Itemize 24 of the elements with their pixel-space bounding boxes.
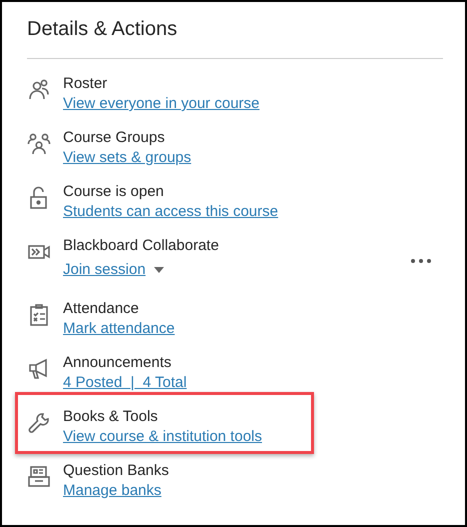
more-options-icon[interactable]	[411, 259, 431, 263]
item-link[interactable]: View course & institution tools	[63, 427, 262, 447]
item-title: Attendance	[63, 299, 140, 319]
item-title: Roster	[63, 74, 108, 94]
item-link[interactable]: View sets & groups	[63, 148, 192, 168]
group-icon	[27, 132, 51, 156]
people-icon	[27, 78, 51, 102]
item-link[interactable]: Mark attendance	[63, 319, 175, 339]
item-title: Question Banks	[63, 461, 169, 481]
item-link[interactable]: Join session	[63, 260, 146, 280]
wrench-icon	[27, 411, 51, 435]
item-title: Course is open	[63, 182, 165, 202]
clipboard-icon	[27, 303, 51, 327]
item-title: Course Groups	[63, 128, 166, 148]
item-link[interactable]: Students can access this course	[63, 202, 278, 222]
caret-icon[interactable]	[154, 267, 164, 273]
item-link[interactable]: Manage banks	[63, 481, 162, 501]
item-link[interactable]: View everyone in your course	[63, 94, 260, 114]
panel-title: Details & Actions	[27, 17, 178, 42]
drawer-icon	[27, 465, 51, 489]
item-title: Books & Tools	[63, 407, 159, 427]
item-title: Announcements	[63, 353, 172, 373]
item-link[interactable]: 4 Posted | 4 Total	[63, 373, 187, 393]
item-title: Blackboard Collaborate	[63, 236, 219, 256]
